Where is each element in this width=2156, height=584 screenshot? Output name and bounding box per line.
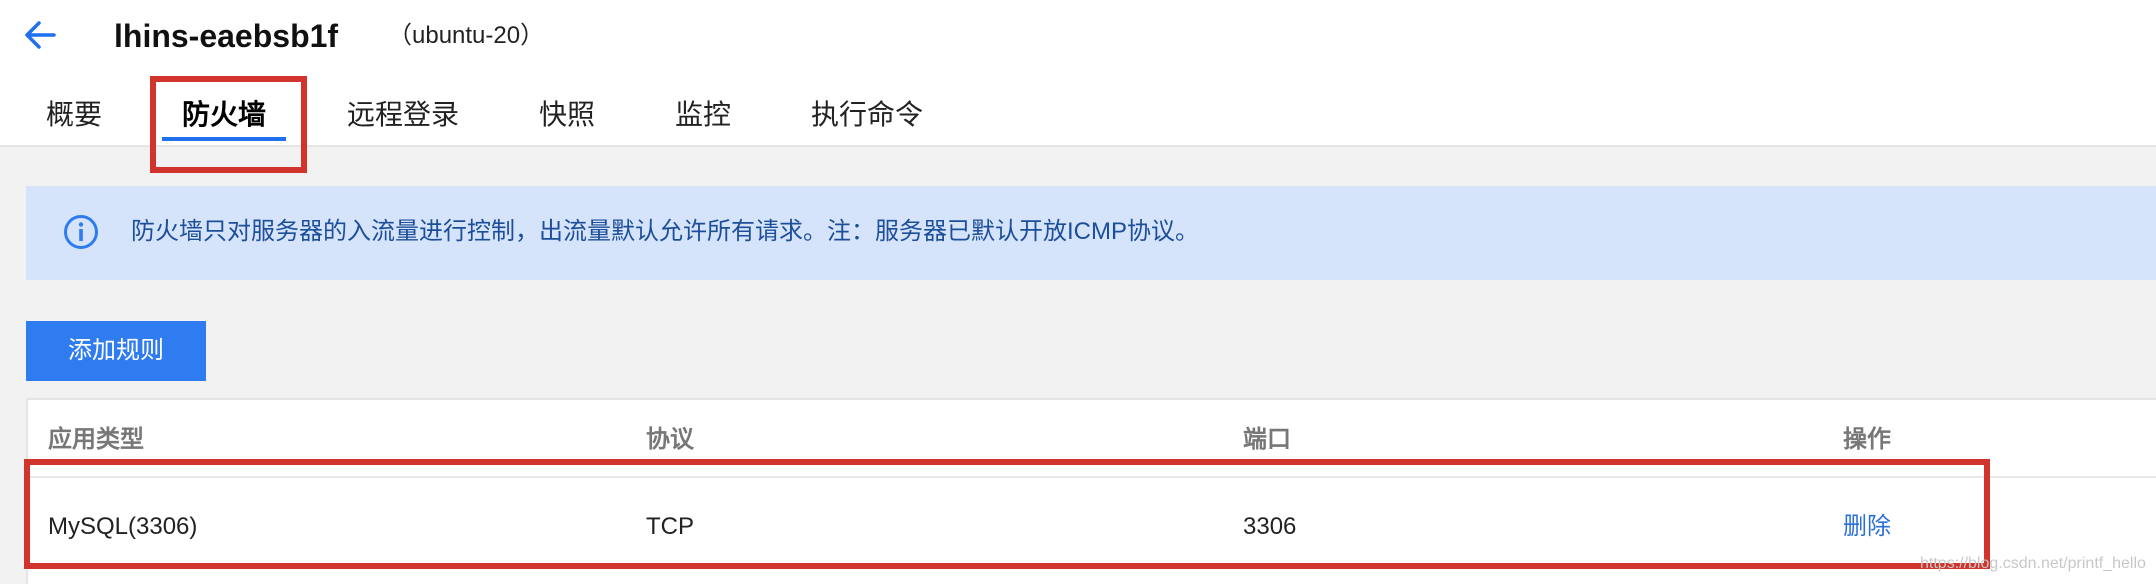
column-header-app-type: 应用类型 <box>48 426 144 453</box>
column-header-port: 端口 <box>1243 426 1291 453</box>
cell-port: 3306 <box>1243 513 1297 540</box>
tab-monitoring[interactable]: 监控 <box>675 95 731 135</box>
instance-title: lhins-eaebsb1f <box>114 18 339 54</box>
tab-run-command[interactable]: 执行命令 <box>811 95 923 135</box>
back-button[interactable] <box>20 15 60 55</box>
instance-os: （ubuntu-20） <box>388 22 545 49</box>
tab-firewall[interactable]: 防火墙 <box>182 95 266 135</box>
add-rule-button[interactable]: 添加规则 <box>26 321 206 381</box>
cell-app-type: MySQL(3306) <box>48 513 198 540</box>
tab-overview[interactable]: 概要 <box>46 95 102 135</box>
arrow-left-icon <box>25 21 56 49</box>
tab-snapshot[interactable]: 快照 <box>539 95 595 135</box>
active-tab-indicator <box>162 137 286 141</box>
page-header: lhins-eaebsb1f （ubuntu-20） 概要 防火墙 远程登录 快… <box>0 0 2156 147</box>
column-header-protocol: 协议 <box>646 426 694 453</box>
firewall-rules-table <box>26 398 2156 584</box>
watermark: https://blog.csdn.net/printf_hello <box>1920 555 2146 572</box>
delete-rule-link[interactable]: 删除 <box>1843 510 1891 544</box>
cell-protocol: TCP <box>646 513 694 540</box>
table-divider <box>28 476 2156 478</box>
tab-remote-login[interactable]: 远程登录 <box>347 95 459 135</box>
notice-text: 防火墙只对服务器的入流量进行控制，出流量默认允许所有请求。注：服务器已默认开放I… <box>131 218 1199 245</box>
info-icon <box>64 215 98 249</box>
column-header-actions: 操作 <box>1843 426 1891 453</box>
